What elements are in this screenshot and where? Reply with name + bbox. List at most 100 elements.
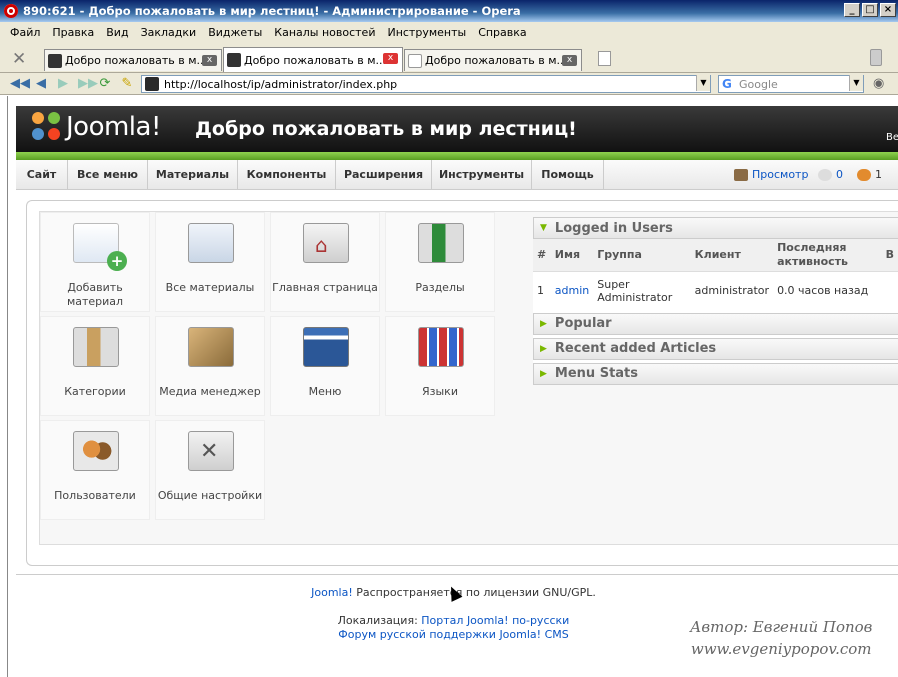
menu-widgets[interactable]: Виджеты xyxy=(202,26,268,39)
collapsed-arrow-icon: ▶ xyxy=(540,318,547,329)
cpanel-label: Общие настройки xyxy=(157,489,263,502)
cpanel-config[interactable]: ✕ Общие настройки xyxy=(155,420,265,520)
tab-label: Добро пожаловать в м... xyxy=(244,53,387,67)
menu-help[interactable]: Справка xyxy=(472,26,532,39)
menu-tools[interactable]: Инструменты xyxy=(381,26,472,39)
menu-icon xyxy=(303,327,349,367)
joomla-favicon-icon xyxy=(145,77,159,91)
menu-feeds[interactable]: Каналы новостей xyxy=(268,26,381,39)
cpanel-languages[interactable]: Языки xyxy=(385,316,495,416)
back-icon[interactable]: ◀ xyxy=(34,77,48,91)
menu-components[interactable]: Компоненты xyxy=(238,160,336,189)
google-icon: G xyxy=(722,77,732,91)
preview-label: Просмотр xyxy=(752,168,809,181)
cpanel-add-article[interactable]: + Добавить материал xyxy=(40,212,150,312)
tools-icon[interactable]: ✕ xyxy=(12,49,26,69)
close-window-button[interactable]: × xyxy=(880,3,896,17)
preview-link[interactable]: Просмотр xyxy=(734,160,808,189)
header-right-text: Ве xyxy=(885,132,898,143)
menu-view[interactable]: Вид xyxy=(100,26,134,39)
search-field[interactable]: G Google xyxy=(718,75,864,93)
table-row: 1 admin Super Administrator administrato… xyxy=(533,272,898,310)
rewind-icon[interactable]: ◀◀ xyxy=(10,77,30,91)
panel-title: Logged in Users xyxy=(554,220,673,236)
cpanel-label: Языки xyxy=(422,385,458,398)
forum-link[interactable]: Форум русской поддержки Joomla! CMS xyxy=(338,628,568,641)
new-tab-icon[interactable] xyxy=(598,51,611,66)
trash-icon[interactable] xyxy=(870,49,882,66)
cpanel-menu[interactable]: Меню xyxy=(270,316,380,416)
tab-2[interactable]: Добро пожаловать в м... x xyxy=(223,47,403,72)
url-dropdown-icon[interactable]: ▼ xyxy=(696,75,710,91)
col-extra: В xyxy=(881,239,898,272)
expanded-arrow-icon: ▼ xyxy=(540,223,547,233)
cpanel-label: Разделы xyxy=(415,281,465,294)
url-text: http://localhost/ip/administrator/index.… xyxy=(164,77,398,91)
messages-link[interactable]: 0 xyxy=(818,160,843,189)
tab-3[interactable]: Добро пожаловать в м... x xyxy=(404,49,582,71)
menu-site[interactable]: Сайт xyxy=(16,160,68,189)
loc-portal-link[interactable]: Портал Joomla! по-русски xyxy=(421,614,569,627)
row-num: 1 xyxy=(537,284,544,298)
forward-icon[interactable]: ▶ xyxy=(56,77,70,91)
cpanel-articles[interactable]: Все материалы xyxy=(155,212,265,312)
menu-bookmarks[interactable]: Закладки xyxy=(135,26,203,39)
row-group: Super Administrator xyxy=(597,277,673,304)
users-online[interactable]: 1 xyxy=(857,160,882,189)
browser-menubar: Файл Правка Вид Закладки Виджеты Каналы … xyxy=(0,22,898,43)
cpanel-sections[interactable]: Разделы xyxy=(385,212,495,312)
admin-header: Joomla! Добро пожаловать в мир лестниц! … xyxy=(16,106,898,152)
media-icon xyxy=(188,327,234,367)
menu-extensions[interactable]: Расширения xyxy=(336,160,432,189)
menu-tools[interactable]: Инструменты xyxy=(432,160,532,189)
menu-edit[interactable]: Правка xyxy=(46,26,100,39)
cpanel-users[interactable]: Пользователи xyxy=(40,420,150,520)
fast-forward-icon[interactable]: ▶▶ xyxy=(78,77,98,91)
joomla-link[interactable]: Joomla! xyxy=(311,586,353,599)
recent-articles-header[interactable]: ▶ Recent added Articles xyxy=(533,337,898,360)
edit-icon[interactable]: ✎ xyxy=(120,77,134,91)
col-num: # xyxy=(533,239,551,272)
popular-header[interactable]: ▶ Popular xyxy=(533,312,898,335)
tab-bar: ✕ Добро пожаловать в м... x Добро пожало… xyxy=(0,43,898,73)
panel-title: Menu Stats xyxy=(554,366,639,381)
house-icon: ⌂ xyxy=(315,233,328,257)
cpanel-media[interactable]: Медиа менеджер xyxy=(155,316,265,416)
row-client: administrator xyxy=(694,284,770,298)
menu-stats-header[interactable]: ▶ Menu Stats xyxy=(533,362,898,385)
cpanel-label: Меню xyxy=(308,385,342,398)
eye-icon[interactable]: ◉ xyxy=(873,76,884,91)
joomla-favicon-icon xyxy=(48,53,62,68)
window-title: 890:621 - Добро пожаловать в мир лестниц… xyxy=(23,4,521,18)
close-tab-icon[interactable]: x xyxy=(202,55,217,66)
loc-label: Локализация: xyxy=(337,614,422,627)
menu-file[interactable]: Файл xyxy=(4,26,46,39)
menu-all-menus[interactable]: Все меню xyxy=(68,160,148,189)
close-tab-icon[interactable]: x xyxy=(562,55,577,66)
menu-help[interactable]: Помощь xyxy=(532,160,604,189)
menu-content[interactable]: Материалы xyxy=(148,160,238,189)
address-toolbar: ◀◀ ◀ ▶ ▶▶ ⟳ ✎ http://localhost/ip/admini… xyxy=(0,73,898,95)
tab-label: Добро пожаловать в м... xyxy=(425,54,568,67)
url-field[interactable]: http://localhost/ip/administrator/index.… xyxy=(141,75,711,93)
users-count: 1 xyxy=(875,168,882,181)
joomla-logo-icon xyxy=(32,112,62,142)
cpanel-label: Медиа менеджер xyxy=(159,385,261,398)
logged-users-header[interactable]: ▼ Logged in Users xyxy=(533,217,898,239)
languages-icon xyxy=(418,327,464,367)
tab-1[interactable]: Добро пожаловать в м... x xyxy=(44,49,222,71)
admin-main-menu: Сайт Все меню Материалы Компоненты Расши… xyxy=(16,160,898,190)
site-title: Добро пожаловать в мир лестниц! xyxy=(195,118,577,140)
cpanel-frontpage[interactable]: ⌂ Главная страница xyxy=(270,212,380,312)
cpanel-label: Добавить материал xyxy=(66,281,124,308)
close-tab-icon[interactable]: x xyxy=(383,53,398,64)
reload-icon[interactable]: ⟳ xyxy=(98,77,112,91)
page-favicon-icon xyxy=(408,53,422,68)
categories-icon xyxy=(73,327,119,367)
users-icon xyxy=(73,431,119,471)
minimize-button[interactable]: _ xyxy=(844,3,860,17)
user-link[interactable]: admin xyxy=(555,284,589,297)
cpanel-categories[interactable]: Категории xyxy=(40,316,150,416)
search-dropdown-icon[interactable]: ▼ xyxy=(849,75,863,91)
maximize-button[interactable]: □ xyxy=(862,3,878,17)
